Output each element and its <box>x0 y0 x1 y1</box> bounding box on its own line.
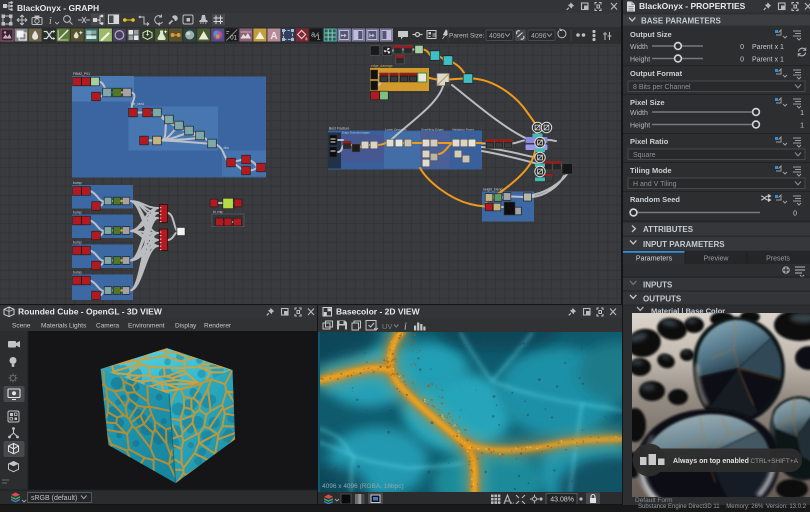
svg-text:Height: Height <box>630 56 650 63</box>
svg-text:BlackOnyx - PROPERTIES: BlackOnyx - PROPERTIES <box>639 1 746 11</box>
svg-text:Width: Width <box>630 44 648 51</box>
svg-text:Parent x 1: Parent x 1 <box>752 44 784 51</box>
svg-text:4096 x 4096 (RGBA, 16bpc): 4096 x 4096 (RGBA, 16bpc) <box>322 483 404 490</box>
svg-text:8 Bits per Channel: 8 Bits per Channel <box>633 84 691 91</box>
svg-text:Pixel Ratio: Pixel Ratio <box>630 137 669 146</box>
svg-text:Pixel Size: Pixel Size <box>630 98 665 107</box>
svg-text:bump: bump <box>73 210 82 214</box>
svg-text:FBM2_P01: FBM2_P01 <box>73 71 90 75</box>
svg-text:Overlilting Edges: Overlilting Edges <box>421 127 444 131</box>
svg-text:1: 1 <box>800 110 804 117</box>
svg-text:Always on top enabled: Always on top enabled <box>673 458 749 465</box>
svg-text:INPUT PARAMETERS: INPUT PARAMETERS <box>643 240 725 249</box>
svg-text:bump: bump <box>73 240 82 244</box>
svg-text:1: 1 <box>317 35 321 42</box>
svg-text:4096: 4096 <box>531 33 547 40</box>
svg-text:01: 01 <box>230 36 237 42</box>
svg-text:4096: 4096 <box>489 33 505 40</box>
svg-text:Height: Height <box>630 122 650 129</box>
svg-text:Basecolor - 2D VIEW: Basecolor - 2D VIEW <box>336 307 421 317</box>
svg-text:Parent Size:: Parent Size: <box>449 33 485 40</box>
svg-text:sRGB (default): sRGB (default) <box>31 495 77 502</box>
svg-text:Random Seed: Random Seed <box>630 195 680 204</box>
svg-text:43.08%: 43.08% <box>550 497 574 504</box>
svg-text:Parameters: Parameters <box>636 256 673 263</box>
svg-text:ATTRIBUTES: ATTRIBUTES <box>643 225 694 234</box>
svg-text:Tiling Mode: Tiling Mode <box>630 166 672 175</box>
svg-text:hi_rng: hi_rng <box>213 209 223 213</box>
svg-text:Scene: Scene <box>12 323 31 330</box>
svg-text:Rounded Cube - OpenGL - 3D VIE: Rounded Cube - OpenGL - 3D VIEW <box>18 307 163 317</box>
svg-text:Validation Fixers: Validation Fixers <box>452 127 474 131</box>
svg-text:Output Size: Output Size <box>630 30 672 39</box>
svg-text:bump: bump <box>73 180 82 184</box>
svg-text:Materials: Materials <box>41 323 68 330</box>
svg-text:INPUTS: INPUTS <box>643 281 673 290</box>
svg-text:H and V Tiling: H and V Tiling <box>633 181 677 188</box>
svg-text:Default Form: Default Form <box>635 497 673 504</box>
svg-text:edge_damage: edge_damage <box>371 64 393 68</box>
svg-text:Renderer: Renderer <box>204 323 232 330</box>
svg-text:0: 0 <box>740 44 744 51</box>
svg-text:Output Format: Output Format <box>630 69 683 78</box>
svg-text:0: 0 <box>793 210 797 217</box>
svg-text:Display: Display <box>175 323 197 330</box>
svg-text:CTRL+SHIFT+A: CTRL+SHIFT+A <box>750 458 798 465</box>
svg-text:Environment: Environment <box>128 323 165 330</box>
svg-text:Presets: Presets <box>766 256 790 263</box>
svg-text:Camera: Camera <box>96 323 120 330</box>
svg-text:Parent x 1: Parent x 1 <box>752 56 784 63</box>
svg-text:a: a <box>311 32 315 39</box>
svg-text:Width: Width <box>630 110 648 117</box>
svg-text:Square: Square <box>633 152 656 159</box>
svg-text:0: 0 <box>740 56 744 63</box>
svg-text:i: i <box>49 16 52 27</box>
svg-text:dirs: dirs <box>224 146 230 150</box>
svg-text:UV: UV <box>382 322 392 331</box>
svg-text:BASE PARAMETERS: BASE PARAMETERS <box>641 17 722 26</box>
svg-text:height_blend: height_blend <box>483 187 503 191</box>
svg-text:i: i <box>404 322 407 333</box>
svg-text:Edge Downdamages: Edge Downdamages <box>342 130 370 134</box>
svg-text:Preview: Preview <box>704 256 730 263</box>
svg-text:A: A <box>270 31 277 42</box>
svg-text:N: N <box>511 501 514 504</box>
svg-text:OUTPUTS: OUTPUTS <box>643 295 682 304</box>
svg-text:bump: bump <box>73 270 82 274</box>
svg-text:1: 1 <box>800 122 804 129</box>
svg-text:Lights: Lights <box>69 323 87 330</box>
